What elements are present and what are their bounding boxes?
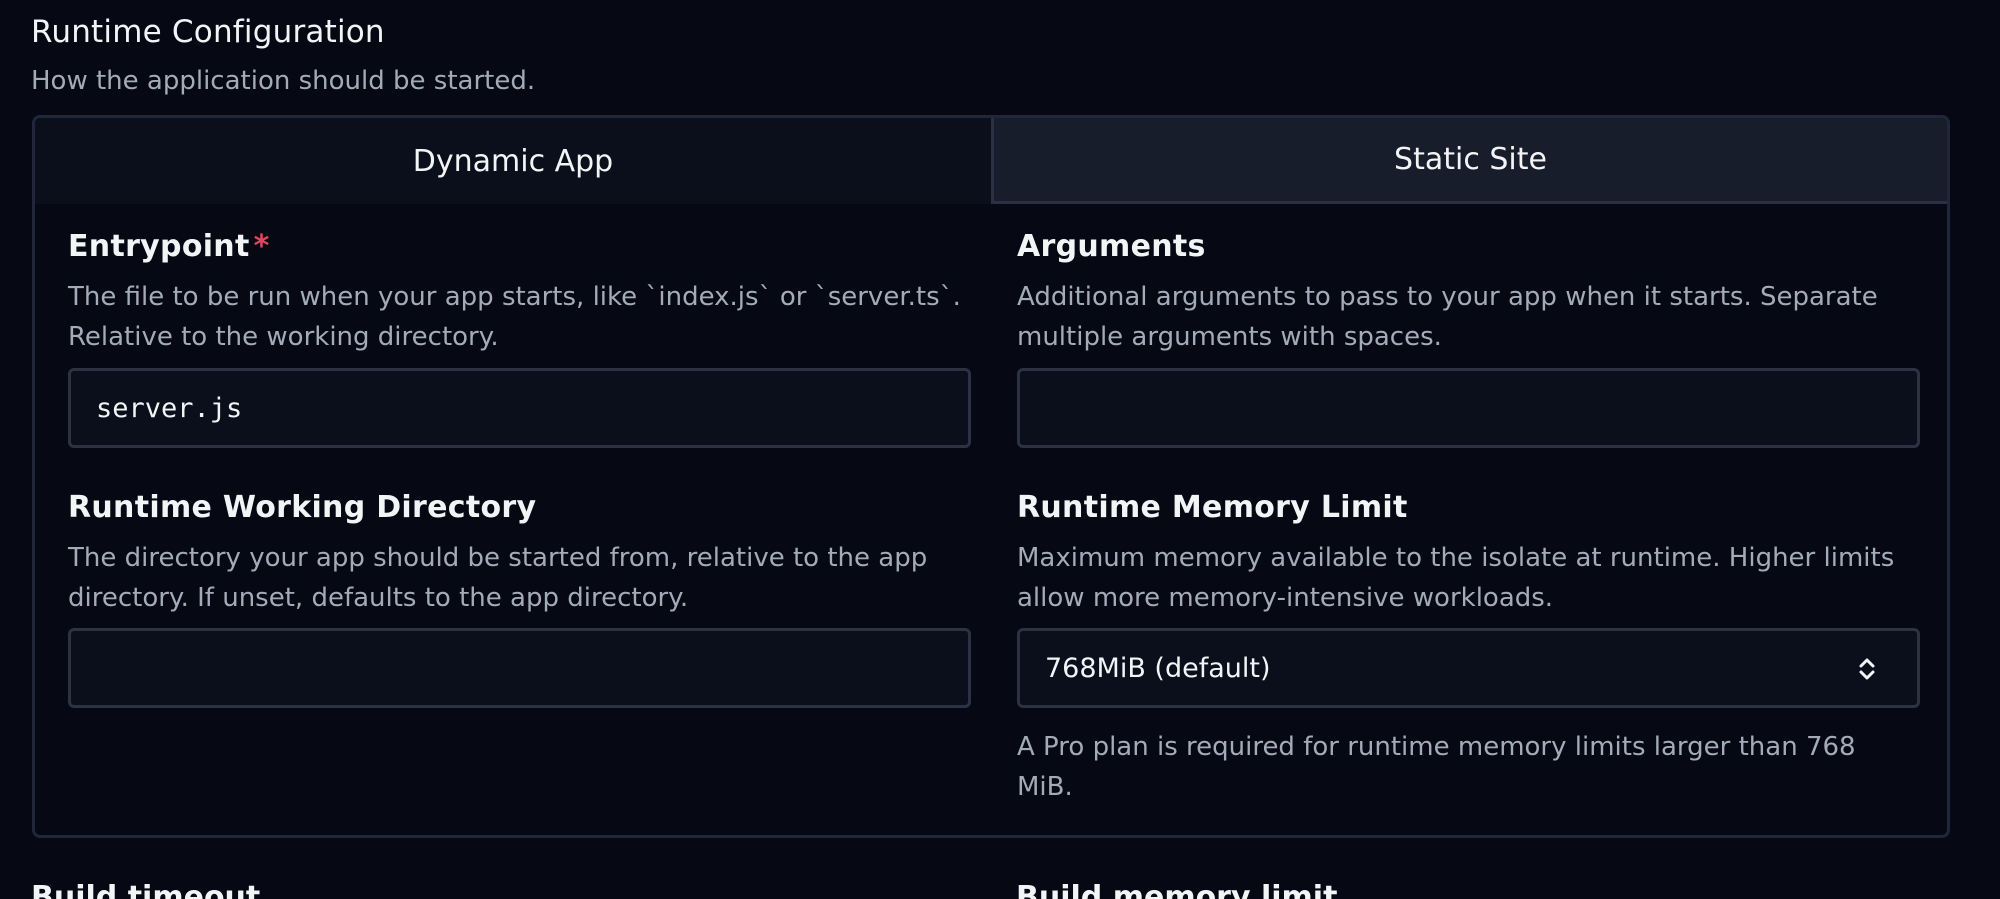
runtime-tabs: Dynamic App Static Site (35, 118, 1947, 204)
memory-limit-selected: 768MiB (default) (1045, 652, 1271, 684)
runtime-configuration-section: Runtime Configuration How the applicatio… (0, 0, 2000, 899)
entrypoint-input[interactable]: server.js (68, 368, 971, 448)
working-directory-label: Runtime Working Directory (68, 490, 537, 525)
entrypoint-value: server.js (96, 392, 243, 424)
memory-limit-help: Maximum memory available to the isolate … (1017, 543, 1895, 613)
entrypoint-help: The file to be run when your app starts,… (68, 282, 961, 352)
arguments-help: Additional arguments to pass to your app… (1017, 282, 1878, 352)
tab-dynamic-app[interactable]: Dynamic App (35, 118, 991, 204)
required-marker: * (253, 229, 270, 264)
tab-static-site[interactable]: Static Site (991, 118, 1947, 204)
build-timeout-label: Build timeout (31, 880, 261, 899)
entrypoint-label-text: Entrypoint (68, 229, 250, 264)
arguments-input[interactable] (1017, 368, 1920, 448)
memory-limit-label: Runtime Memory Limit (1017, 490, 1408, 525)
working-directory-input[interactable] (68, 628, 971, 708)
working-directory-help: The directory your app should be started… (68, 543, 928, 613)
runtime-panel: Dynamic App Static Site Entrypoint * The … (32, 115, 1950, 838)
section-description: How the application should be started. (31, 66, 536, 96)
section-title: Runtime Configuration (31, 14, 385, 50)
memory-limit-note: A Pro plan is required for runtime memor… (1017, 732, 1856, 802)
chevron-up-down-icon (1859, 658, 1875, 680)
arguments-label: Arguments (1017, 229, 1206, 264)
memory-limit-select[interactable]: 768MiB (default) (1017, 628, 1920, 708)
build-memory-limit-label: Build memory limit (1016, 880, 1338, 899)
entrypoint-label: Entrypoint * (68, 229, 270, 264)
